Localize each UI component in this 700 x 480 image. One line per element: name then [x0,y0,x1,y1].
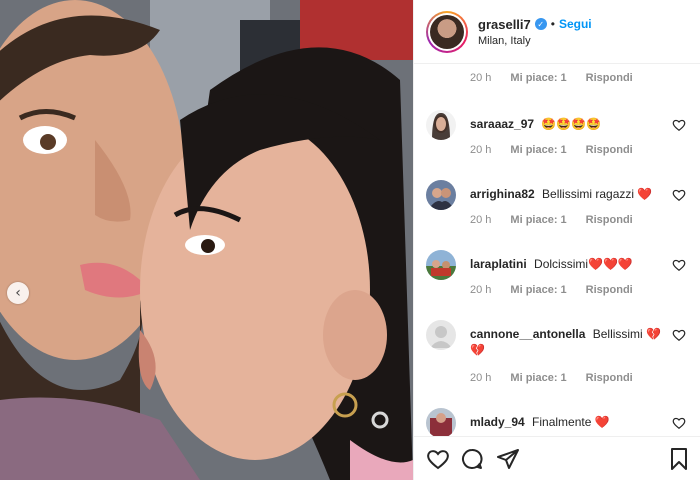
avatar-image [430,14,464,49]
reply-button[interactable]: Rispondi [586,72,633,84]
post-header: graselli7 ✓ • Segui Milan, Italy [414,0,700,64]
comment-body: laraplatini Dolcissimi❤️❤️❤️ [470,250,670,272]
comment-meta: 20 h Mi piace: 1 Rispondi [470,372,652,384]
commenter-avatar[interactable] [426,180,456,210]
like-comment-heart-icon[interactable] [672,328,686,342]
commenter-username[interactable]: laraplatini [470,257,527,271]
avatar-image [426,408,456,436]
reply-button[interactable]: Rispondi [586,284,633,296]
like-comment-heart-icon[interactable] [672,416,686,430]
post-side-panel: graselli7 ✓ • Segui Milan, Italy 20 h Mi… [413,0,700,480]
comment-likes[interactable]: Mi piace: 1 [510,284,566,296]
comment-time[interactable]: 20 h [470,144,491,156]
comment-body: arrighina82 Bellissimi ragazzi ❤️ [470,180,670,202]
comment-meta: 20 h Mi piace: 1 Rispondi [470,144,652,156]
comment-meta: 20 h Mi piace: 1 Rispondi [470,284,652,296]
reply-button[interactable]: Rispondi [586,372,633,384]
avatar-image [426,110,456,140]
comment-likes[interactable]: Mi piace: 1 [510,72,566,84]
comment-body: cannone__antonella Bellissimi 💔 💔 [470,320,670,358]
instagram-post-modal: ‹ graselli7 ✓ • Segui Milan, Italy 20 h … [0,0,700,480]
photo-illustration [0,0,413,480]
chevron-left-icon: ‹ [15,285,21,301]
comment-likes[interactable]: Mi piace: 1 [510,372,566,384]
avatar-image [426,250,456,280]
comment-meta: 20 h Mi piace: 1 Rispondi [470,72,652,84]
verified-badge-icon: ✓ [534,18,547,30]
avatar-frame [428,12,466,51]
comment-text: Finalmente ❤️ [532,415,610,429]
author-avatar[interactable] [426,10,468,53]
avatar-image [426,180,456,210]
comment-likes[interactable]: Mi piace: 1 [510,214,566,226]
author-username[interactable]: graselli7 [478,17,531,32]
previous-image-button[interactable]: ‹ [7,282,29,304]
comment-text: Dolcissimi❤️❤️❤️ [534,257,633,271]
comment-time[interactable]: 20 h [470,284,491,296]
like-comment-heart-icon[interactable] [672,188,686,202]
post-action-bar [414,436,700,480]
comment-likes[interactable]: Mi piace: 1 [510,144,566,156]
reply-button[interactable]: Rispondi [586,214,633,226]
list-item: mlady_94 Finalmente ❤️ [426,408,690,436]
commenter-avatar[interactable] [426,110,456,140]
list-item: laraplatini Dolcissimi❤️❤️❤️ [426,250,690,280]
comment-time[interactable]: 20 h [470,214,491,226]
reply-button[interactable]: Rispondi [586,144,633,156]
like-comment-heart-icon[interactable] [672,118,686,132]
comment-text: 🤩🤩🤩🤩 [541,117,602,131]
comments-list[interactable]: 20 h Mi piace: 1 Rispondi saraaaz_97 🤩🤩🤩… [414,64,700,436]
commenter-avatar[interactable] [426,250,456,280]
commenter-avatar[interactable] [426,320,456,350]
post-location[interactable]: Milan, Italy [478,35,592,47]
list-item: arrighina82 Bellissimi ragazzi ❤️ [426,180,690,210]
commenter-username[interactable]: mlady_94 [470,415,525,429]
like-comment-heart-icon[interactable] [672,258,686,272]
comment-body: mlady_94 Finalmente ❤️ [470,408,670,430]
comment-meta: 20 h Mi piace: 1 Rispondi [470,214,652,226]
comment-body: saraaaz_97 🤩🤩🤩🤩 [470,110,670,132]
avatar-image [426,320,456,350]
comment-time[interactable]: 20 h [470,72,491,84]
commenter-username[interactable]: cannone__antonella [470,327,585,341]
header-text: graselli7 ✓ • Segui Milan, Italy [478,17,592,47]
follow-button[interactable]: Segui [559,17,592,31]
commenter-username[interactable]: arrighina82 [470,187,535,201]
bookmark-icon[interactable] [667,447,691,471]
comment-text: Bellissimi ragazzi ❤️ [542,187,653,201]
commenter-avatar[interactable] [426,408,456,436]
comment-time[interactable]: 20 h [470,372,491,384]
commenter-username[interactable]: saraaaz_97 [470,117,534,131]
share-icon[interactable] [496,447,520,471]
comment-icon[interactable] [460,447,484,471]
post-photo[interactable]: ‹ [0,0,413,480]
list-item: cannone__antonella Bellissimi 💔 💔 [426,320,690,358]
list-item: saraaaz_97 🤩🤩🤩🤩 [426,110,690,140]
header-row: graselli7 ✓ • Segui [478,17,592,32]
heart-icon[interactable] [426,447,450,471]
separator-dot: • [550,17,555,31]
